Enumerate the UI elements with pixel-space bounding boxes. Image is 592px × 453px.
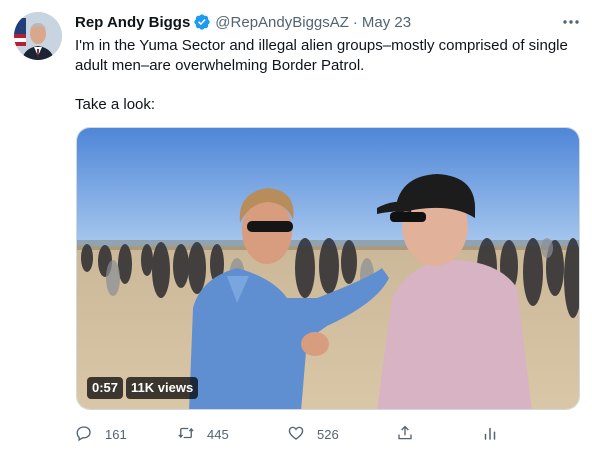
retweet-count: 445 <box>207 427 229 442</box>
reply-icon <box>75 424 93 445</box>
video-badge: 0:57 11K views <box>87 377 199 399</box>
analytics-button[interactable] <box>481 424 499 445</box>
verified-badge-icon <box>193 13 211 31</box>
share-button[interactable] <box>396 424 414 445</box>
like-button[interactable]: 526 <box>287 424 339 445</box>
tweet-header: Rep Andy Biggs @RepAndyBiggsAZ · May 23 <box>75 12 411 32</box>
retweet-icon <box>177 424 195 445</box>
separator-dot: · <box>352 13 358 31</box>
handle[interactable]: @RepAndyBiggsAZ <box>215 14 349 31</box>
display-name[interactable]: Rep Andy Biggs <box>75 14 190 31</box>
video-player[interactable] <box>76 127 580 410</box>
tweet-card[interactable]: Rep Andy Biggs @RepAndyBiggsAZ · May 23 … <box>0 0 592 453</box>
like-count: 526 <box>317 427 339 442</box>
action-bar: 161 445 526 <box>75 424 580 446</box>
video-duration: 0:57 <box>87 377 124 399</box>
more-icon[interactable] <box>560 12 582 32</box>
tweet-date[interactable]: May 23 <box>362 14 411 31</box>
retweet-button[interactable]: 445 <box>177 424 229 445</box>
video-views: 11K views <box>126 377 199 399</box>
share-icon <box>396 424 414 445</box>
reply-count: 161 <box>105 427 127 442</box>
tweet-text-secondary: Take a look: <box>75 96 156 113</box>
reply-button[interactable]: 161 <box>75 424 127 445</box>
analytics-icon <box>481 424 499 445</box>
tweet-text: I'm in the Yuma Sector and illegal alien… <box>75 37 568 74</box>
avatar[interactable] <box>14 12 62 60</box>
like-icon <box>287 424 305 445</box>
